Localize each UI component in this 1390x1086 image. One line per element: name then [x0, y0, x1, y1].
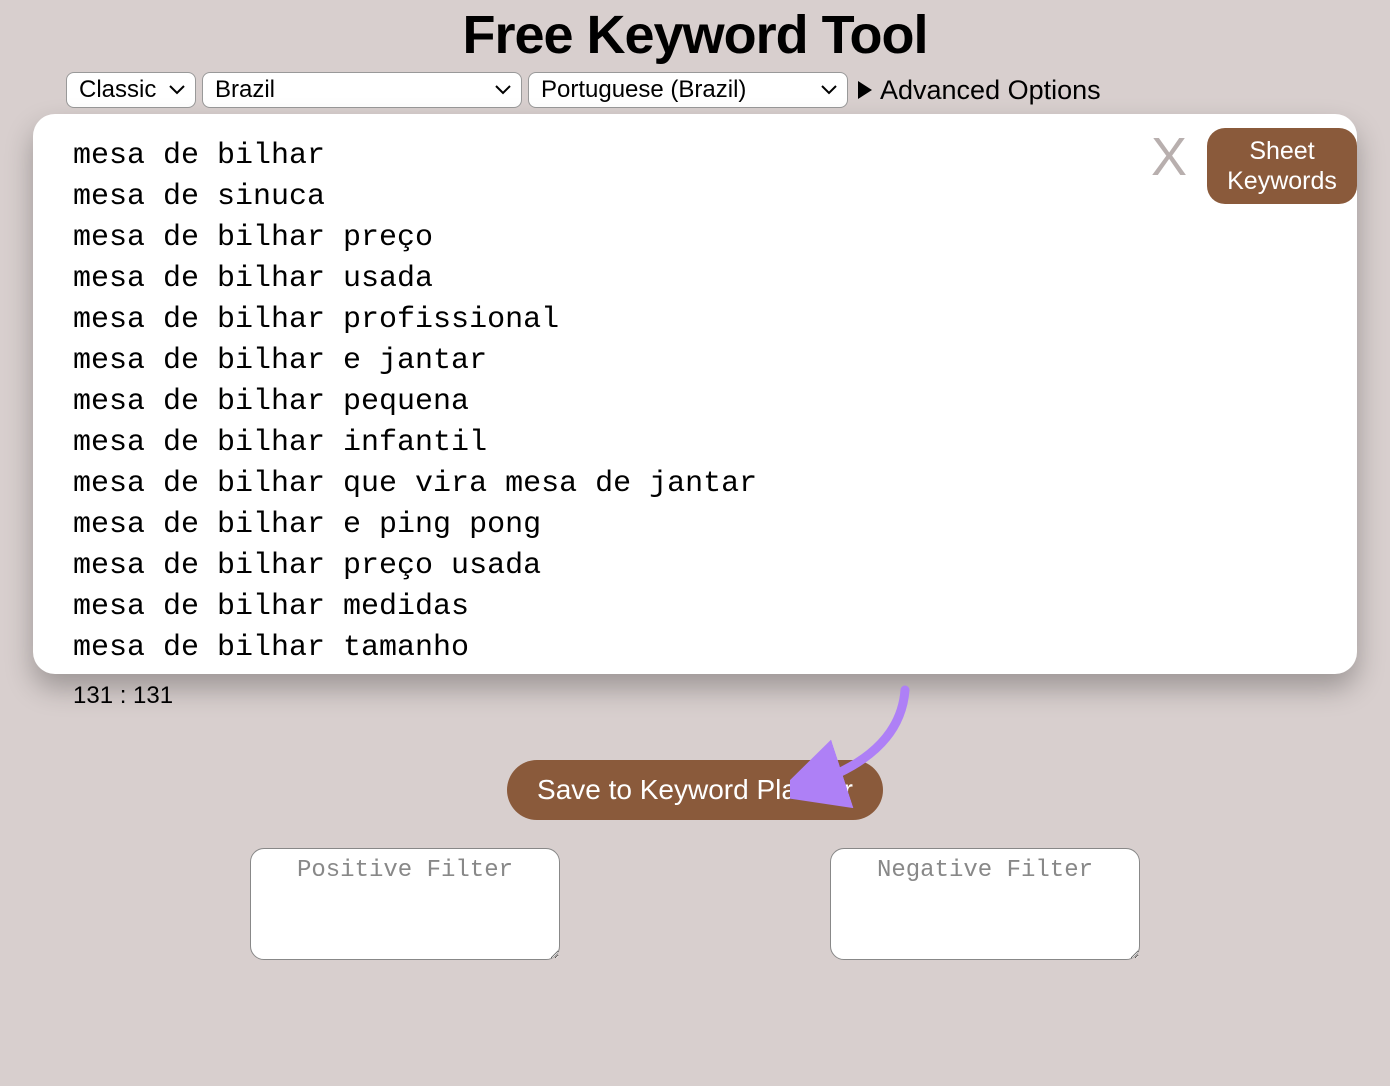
keyword-item: mesa de bilhar usada: [73, 259, 1317, 300]
chevron-down-icon: [495, 85, 511, 95]
triangle-right-icon: [858, 81, 872, 99]
keyword-item: mesa de sinuca: [73, 177, 1317, 218]
negative-filter-input[interactable]: [830, 848, 1140, 960]
keyword-item: mesa de bilhar profissional: [73, 300, 1317, 341]
country-select[interactable]: Brazil: [202, 72, 522, 108]
save-to-keyword-planner-button[interactable]: Save to Keyword Planner: [507, 760, 883, 820]
keyword-item: mesa de bilhar medidas: [73, 587, 1317, 628]
sheet-button-line2: Keywords: [1227, 167, 1337, 195]
advanced-options-toggle[interactable]: Advanced Options: [858, 75, 1101, 106]
language-select-value: Portuguese (Brazil): [541, 76, 746, 104]
sheet-button-line1: Sheet: [1249, 137, 1314, 165]
keyword-item: mesa de bilhar tamanho: [73, 628, 1317, 669]
mode-select[interactable]: Classic: [66, 72, 196, 108]
keyword-item: mesa de bilhar preço: [73, 218, 1317, 259]
chevron-down-icon: [821, 85, 837, 95]
keyword-item: mesa de bilhar que vira mesa de jantar: [73, 464, 1317, 505]
keyword-item: mesa de bilhar: [73, 136, 1317, 177]
positive-filter-input[interactable]: [250, 848, 560, 960]
sheet-keywords-button[interactable]: Sheet Keywords: [1207, 128, 1357, 204]
country-select-value: Brazil: [215, 76, 275, 104]
keyword-list: mesa de bilharmesa de sinucamesa de bilh…: [73, 136, 1317, 669]
close-icon[interactable]: X: [1151, 130, 1187, 184]
language-select[interactable]: Portuguese (Brazil): [528, 72, 848, 108]
keyword-item: mesa de bilhar preço usada: [73, 546, 1317, 587]
chevron-down-icon: [169, 85, 185, 95]
mode-select-value: Classic: [79, 76, 156, 104]
page-title: Free Keyword Tool: [0, 4, 1390, 66]
keyword-item: mesa de bilhar e jantar: [73, 341, 1317, 382]
keyword-results-panel: mesa de bilharmesa de sinucamesa de bilh…: [33, 114, 1357, 674]
results-counter: 131 : 131: [73, 682, 1357, 710]
keyword-item: mesa de bilhar infantil: [73, 423, 1317, 464]
advanced-options-label: Advanced Options: [880, 75, 1101, 106]
top-controls-bar: Classic Brazil Portuguese (Brazil) Advan…: [0, 72, 1390, 108]
keyword-item: mesa de bilhar e ping pong: [73, 505, 1317, 546]
keyword-item: mesa de bilhar pequena: [73, 382, 1317, 423]
